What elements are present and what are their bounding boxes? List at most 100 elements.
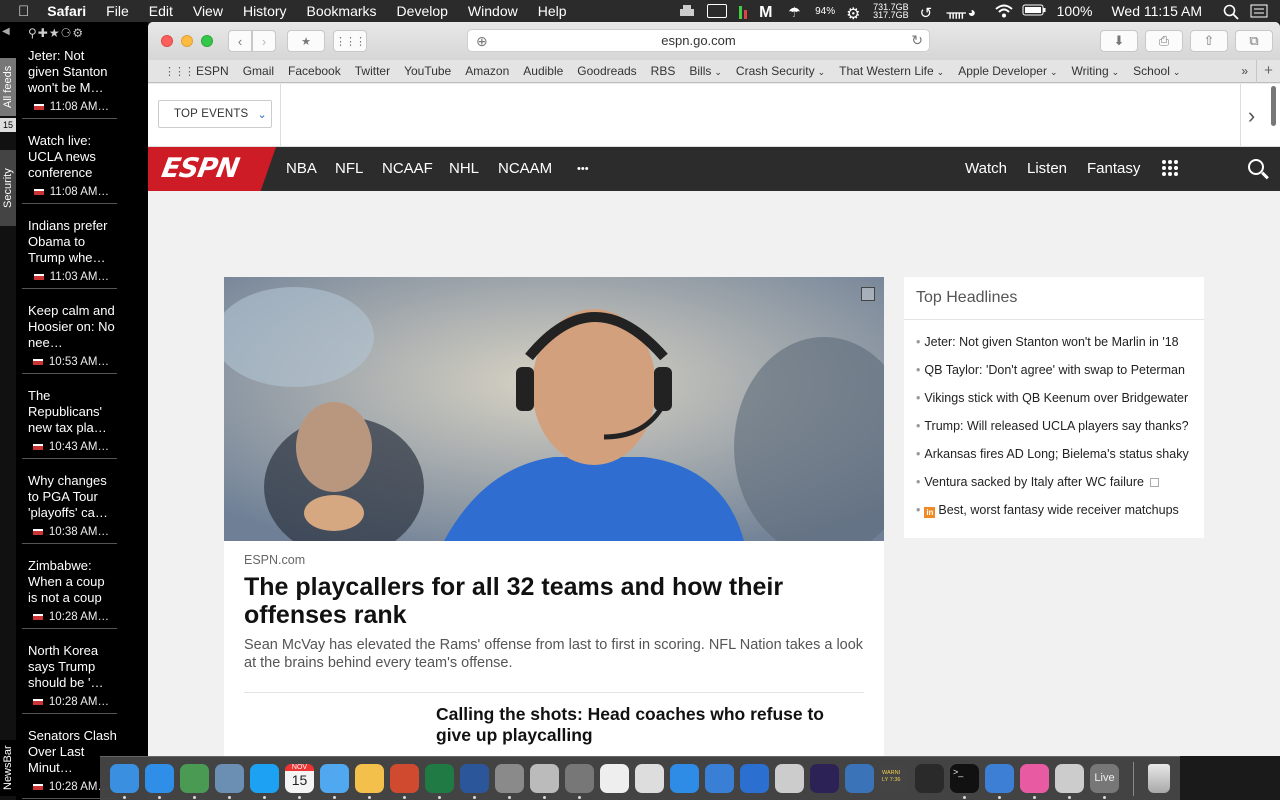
printer-status-icon[interactable] bbox=[678, 4, 696, 18]
monitor-status-icon[interactable] bbox=[707, 4, 728, 18]
minimize-window-button[interactable] bbox=[181, 35, 193, 47]
favorites-grid-icon[interactable]: ⋮⋮⋮ bbox=[164, 65, 195, 78]
favorite-school[interactable]: School ⌄ bbox=[1126, 64, 1187, 78]
dock-notes-icon[interactable] bbox=[600, 764, 629, 793]
address-bar[interactable]: ⊕ espn.go.com ↻ bbox=[467, 29, 930, 52]
time-machine-icon[interactable]: ↺ bbox=[920, 4, 936, 22]
news-item[interactable]: Why changes to PGA Tour 'playoffs' ca… 10… bbox=[22, 469, 117, 544]
favorite-goodreads[interactable]: Goodreads bbox=[570, 64, 643, 78]
zoom-window-button[interactable] bbox=[201, 35, 213, 47]
wifi-icon[interactable] bbox=[994, 4, 1013, 18]
favorite-facebook[interactable]: Facebook bbox=[281, 64, 348, 78]
news-item[interactable]: Zimbabwe: When a coup is not a coup 10:28… bbox=[22, 554, 117, 629]
sub-story-thumbnail[interactable] bbox=[244, 707, 420, 756]
headline-item[interactable]: • Arkansas fires AD Long; Bielema's statu… bbox=[916, 447, 1189, 461]
close-window-button[interactable] bbox=[161, 35, 173, 47]
menu-develop[interactable]: Develop bbox=[387, 3, 458, 19]
dock-word-icon[interactable] bbox=[460, 764, 489, 799]
reload-icon[interactable]: ↻ bbox=[911, 32, 923, 49]
bookmarks-sidebar-button[interactable]: ★ bbox=[287, 30, 325, 52]
tab-all-feeds[interactable]: All feeds bbox=[0, 58, 16, 116]
top-events-dropdown[interactable]: TOP EVENTS ⌄ bbox=[158, 100, 272, 128]
favorite-espn[interactable]: ESPN bbox=[189, 64, 236, 78]
dock-chrome-like-icon[interactable] bbox=[180, 764, 209, 799]
dock-scrivener-icon[interactable] bbox=[1055, 764, 1084, 799]
dock-penguin-icon[interactable] bbox=[775, 764, 804, 793]
notification-center-icon[interactable] bbox=[1250, 4, 1268, 18]
expand-image-icon[interactable] bbox=[861, 287, 875, 301]
favorite-rbs[interactable]: RBS bbox=[644, 64, 683, 78]
dock-system-preferences-icon[interactable] bbox=[495, 764, 524, 799]
dock-photos-icon[interactable] bbox=[355, 764, 384, 799]
dock-terminal-icon[interactable]: >_ bbox=[950, 764, 979, 799]
dock-console-icon[interactable]: WARNI LY 7:36 bbox=[880, 764, 909, 793]
gear-status-icon[interactable]: ⚙ bbox=[846, 4, 862, 23]
nav-ncaam[interactable]: NCAAM bbox=[498, 147, 552, 191]
tab-security[interactable]: Security bbox=[0, 150, 16, 226]
dock-powerpoint-icon[interactable] bbox=[390, 764, 419, 799]
news-item[interactable]: North Korea says Trump should be '… 10:28… bbox=[22, 639, 117, 714]
dock-twitter-icon[interactable] bbox=[250, 764, 279, 799]
dock-app-store-icon[interactable] bbox=[670, 764, 699, 793]
dock-safari-icon[interactable] bbox=[145, 764, 174, 799]
news-item[interactable]: The Republicans' new tax pla… 10:43 AM… bbox=[22, 384, 117, 459]
news-item[interactable]: Keep calm and Hoosier on: No nee… 10:53 A… bbox=[22, 299, 117, 374]
battery-icon[interactable] bbox=[1022, 4, 1046, 18]
spotlight-search-icon[interactable] bbox=[1223, 4, 1239, 20]
cpu-battery-percent[interactable]: 94% bbox=[815, 6, 835, 17]
battery-percent[interactable]: 100% bbox=[1057, 3, 1093, 19]
scrollbar[interactable] bbox=[1271, 86, 1276, 126]
dock-live-icon[interactable]: Live bbox=[1090, 764, 1119, 799]
downloads-button[interactable]: ⬇ bbox=[1100, 30, 1138, 52]
nav-listen[interactable]: Listen bbox=[1027, 147, 1067, 191]
menu-bookmarks[interactable]: Bookmarks bbox=[297, 3, 387, 19]
dock-vmware-icon[interactable] bbox=[845, 764, 874, 793]
malwarebytes-icon[interactable]: M bbox=[759, 4, 777, 21]
hero-title[interactable]: The playcallers for all 32 teams and how… bbox=[244, 573, 844, 629]
nav-nba[interactable]: NBA bbox=[286, 147, 317, 191]
favorite-crash-security[interactable]: Crash Security ⌄ bbox=[729, 64, 832, 78]
news-item[interactable]: Jeter: Not given Stanton won't be M… 11:0… bbox=[22, 44, 117, 119]
menu-edit[interactable]: Edit bbox=[139, 3, 183, 19]
forward-button[interactable]: › bbox=[252, 30, 276, 52]
dock-xcode-icon[interactable] bbox=[740, 764, 769, 793]
hero-story[interactable]: ESPN.com The playcallers for all 32 team… bbox=[224, 277, 884, 756]
nav-nhl[interactable]: NHL bbox=[449, 147, 479, 191]
favorite-bills[interactable]: Bills ⌄ bbox=[682, 64, 729, 78]
news-item[interactable]: Watch live: UCLA news conference 11:08 AM… bbox=[22, 129, 117, 204]
nav-fantasy[interactable]: Fantasy bbox=[1087, 147, 1140, 191]
share-button[interactable]: ⇧ bbox=[1190, 30, 1228, 52]
dock-itunes-icon[interactable] bbox=[1020, 764, 1049, 799]
favorite-that-western-life[interactable]: That Western Life ⌄ bbox=[832, 64, 951, 78]
disk-usage-stats[interactable]: 731.7GB 317.7GB bbox=[873, 3, 909, 20]
dock-activity-monitor-icon[interactable] bbox=[915, 764, 944, 793]
sub-story-title[interactable]: Calling the shots: Head coaches who refu… bbox=[436, 704, 856, 746]
scores-next-button[interactable]: › bbox=[1240, 84, 1262, 147]
top-sites-grid-button[interactable]: ⋮⋮⋮ bbox=[333, 30, 367, 52]
dock-app-13-icon[interactable] bbox=[530, 764, 559, 799]
newsbar-toolbar-icons[interactable]: ⚲✚★⚆⚙ bbox=[28, 26, 84, 40]
clock[interactable]: Wed 11:15 AM bbox=[1111, 3, 1202, 19]
dock-automator-icon[interactable] bbox=[565, 764, 594, 799]
dock-eclipse-icon[interactable] bbox=[810, 764, 839, 793]
search-icon[interactable] bbox=[1248, 159, 1269, 180]
dock-calendar-icon[interactable]: NOV 15 bbox=[285, 764, 314, 799]
new-tab-button[interactable]: + bbox=[1256, 60, 1280, 83]
print-button[interactable]: ⎙ bbox=[1145, 30, 1183, 52]
favorite-writing[interactable]: Writing ⌄ bbox=[1065, 64, 1127, 78]
dock-sharkfin-icon[interactable] bbox=[705, 764, 734, 793]
memory-bars-icon[interactable] bbox=[738, 4, 748, 19]
apple-menu-icon[interactable]:  bbox=[0, 3, 37, 20]
dock-excel-icon[interactable] bbox=[425, 764, 454, 799]
performance-icon[interactable]: ◕ bbox=[968, 4, 984, 20]
dock-preview-icon[interactable] bbox=[215, 764, 244, 799]
bluetooth-icon[interactable]: ᚅ bbox=[947, 4, 966, 20]
headline-item[interactable]: • in Best, worst fantasy wide receiver mat… bbox=[916, 503, 1179, 518]
app-menu[interactable]: Safari bbox=[37, 3, 96, 19]
menu-view[interactable]: View bbox=[183, 3, 233, 19]
hero-photo[interactable] bbox=[224, 277, 884, 541]
nav-watch[interactable]: Watch bbox=[965, 147, 1007, 191]
menu-window[interactable]: Window bbox=[458, 3, 528, 19]
dock-nordvpn-icon[interactable] bbox=[985, 764, 1014, 799]
headline-item[interactable]: • Jeter: Not given Stanton won't be Marli… bbox=[916, 335, 1179, 349]
